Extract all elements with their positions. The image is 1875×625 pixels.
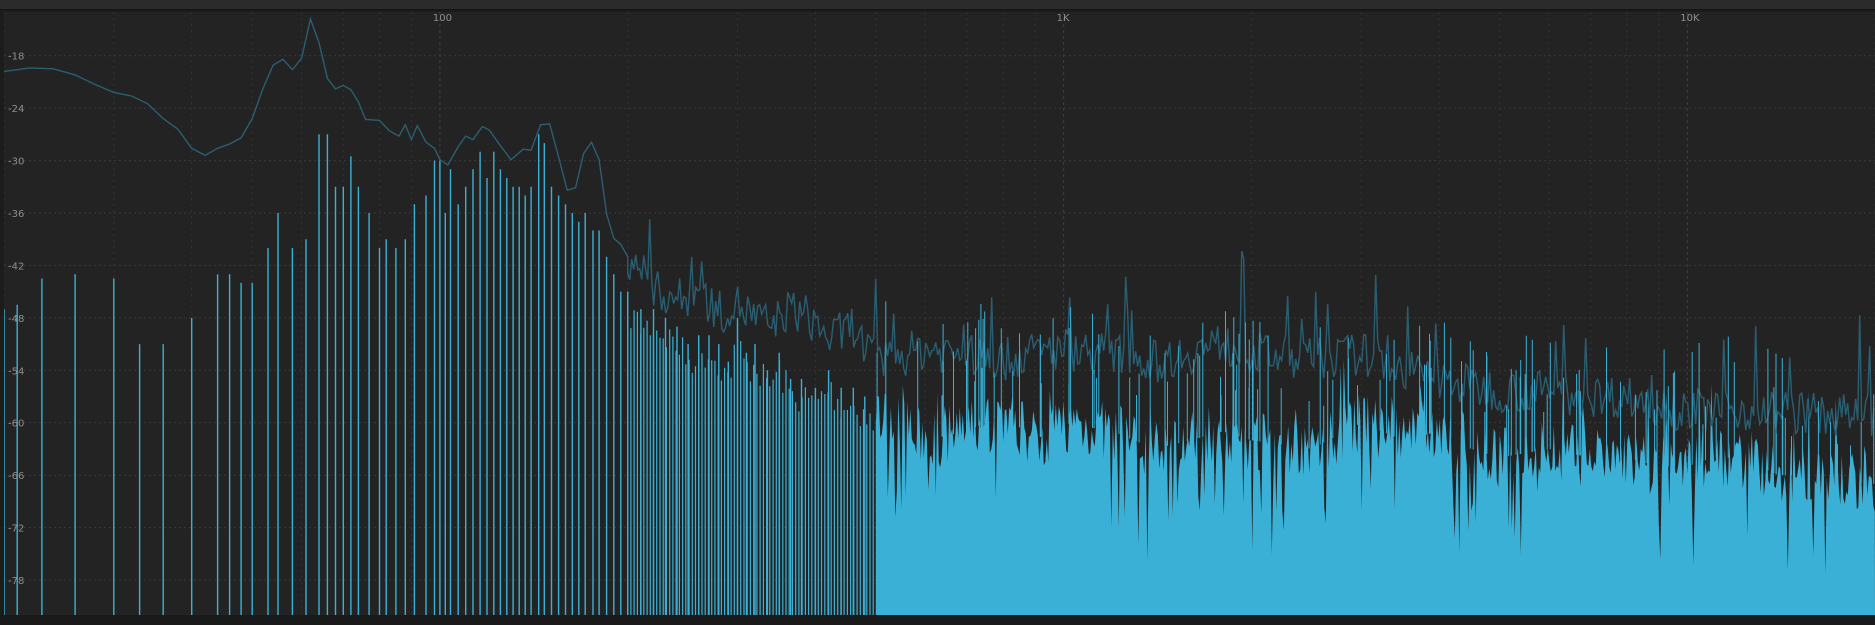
top-bar — [0, 0, 1875, 10]
y-tick-label: -66 — [8, 471, 24, 482]
y-tick-label: -78 — [8, 576, 24, 587]
y-tick-label: -60 — [8, 419, 24, 430]
y-tick-label: -36 — [8, 209, 24, 220]
y-tick-label: -42 — [8, 261, 24, 272]
spectrum-chart: -18 -24 -30 -36 -42 -48 -54 -60 -66 -72 -78 100 1K 10… — [3, 12, 1875, 615]
y-tick-label: -54 — [8, 366, 24, 377]
spectrum-bars — [3, 134, 874, 615]
spectrum-plot: -18 -24 -30 -36 -42 -48 -54 -60 -66 -72 -78 100 1K 10… — [3, 12, 1875, 615]
y-tick-label: -72 — [8, 524, 24, 535]
x-tick-label: 1K — [1057, 13, 1070, 24]
y-tick-label: -24 — [8, 104, 24, 115]
spectrum-analyzer: -18 -24 -30 -36 -42 -48 -54 -60 -66 -72 -78 100 1K 10… — [0, 0, 1875, 625]
y-tick-label: -48 — [8, 314, 24, 325]
x-tick-label: 100 — [433, 13, 452, 24]
x-tick-label: 10K — [1680, 13, 1700, 24]
y-tick-label: -18 — [8, 52, 24, 63]
y-tick-label: -30 — [8, 157, 24, 168]
bottom-bar — [0, 615, 1875, 625]
peak-envelope-line — [3, 16, 1875, 437]
spectrum-fill-area — [875, 358, 1875, 615]
